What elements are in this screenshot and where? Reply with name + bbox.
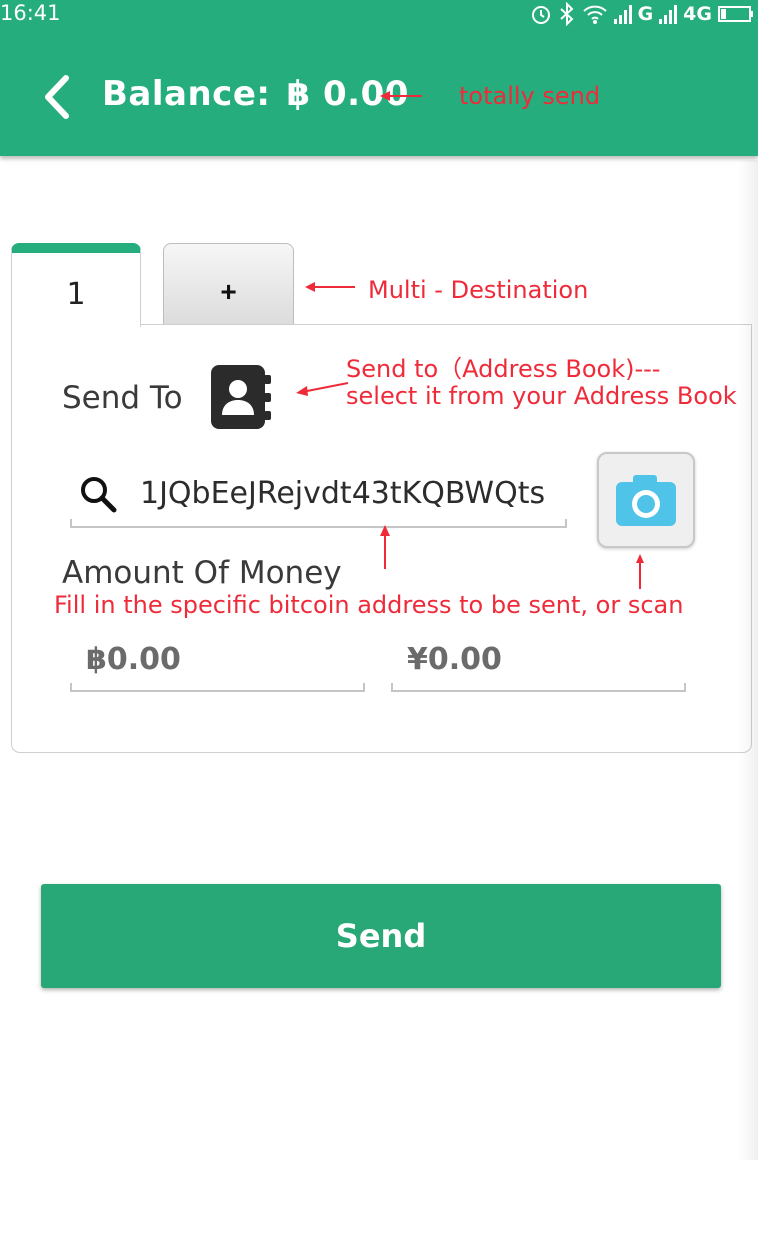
- add-destination-tab[interactable]: +: [163, 243, 294, 325]
- status-bar: 16:41 G 4G: [0, 0, 758, 30]
- tab-label: 1: [66, 277, 86, 312]
- balance-title: Balance: ฿ 0.00: [102, 74, 409, 114]
- battery-icon: [718, 6, 753, 22]
- tab-destination-1[interactable]: 1: [11, 243, 141, 327]
- send-button[interactable]: Send: [41, 884, 721, 988]
- status-time: 16:41: [0, 1, 61, 25]
- scan-qr-button[interactable]: [597, 452, 695, 548]
- status-icons: G 4G: [530, 1, 754, 27]
- annotation-arrow: [296, 382, 349, 396]
- tab-label: +: [220, 276, 237, 307]
- btc-amount-field[interactable]: [70, 630, 365, 692]
- signal-icon: [659, 5, 678, 24]
- cny-amount-input[interactable]: [407, 642, 667, 677]
- annotation-arrow: [305, 282, 355, 292]
- network-type-g: G: [637, 3, 654, 25]
- cny-amount-field[interactable]: [391, 630, 686, 692]
- address-field[interactable]: [70, 468, 567, 528]
- annotation-address-book-line2: select it from your Address Book: [346, 382, 737, 410]
- alarm-icon: [531, 6, 550, 24]
- search-icon: [81, 477, 117, 513]
- annotation-arrow: [380, 525, 390, 569]
- camera-icon: [616, 475, 676, 526]
- annotation-arrow: [636, 554, 644, 589]
- send-to-label: Send To: [62, 380, 183, 416]
- amount-label: Amount Of Money: [62, 555, 342, 591]
- annotation-tabs: Multi - Destination: [368, 276, 589, 304]
- address-input[interactable]: [140, 476, 560, 511]
- annotation-address-field: Fill in the specific bitcoin address to …: [54, 591, 684, 619]
- balance-label: Balance:: [102, 74, 271, 114]
- annotation-arrow: [380, 91, 422, 101]
- btc-amount-input[interactable]: [86, 642, 346, 677]
- address-book-icon[interactable]: [211, 365, 271, 429]
- network-type-4g: 4G: [683, 3, 712, 25]
- wifi-icon: [582, 5, 607, 24]
- edge-shadow: [738, 160, 758, 1160]
- signal-icon: [613, 5, 632, 24]
- annotation-address-book-line1: Send to（Address Book)---: [346, 355, 661, 383]
- back-icon[interactable]: [38, 72, 78, 122]
- annotation-balance: totally send: [459, 82, 601, 110]
- bluetooth-icon: [559, 2, 574, 26]
- balance-currency-symbol: ฿: [286, 74, 311, 114]
